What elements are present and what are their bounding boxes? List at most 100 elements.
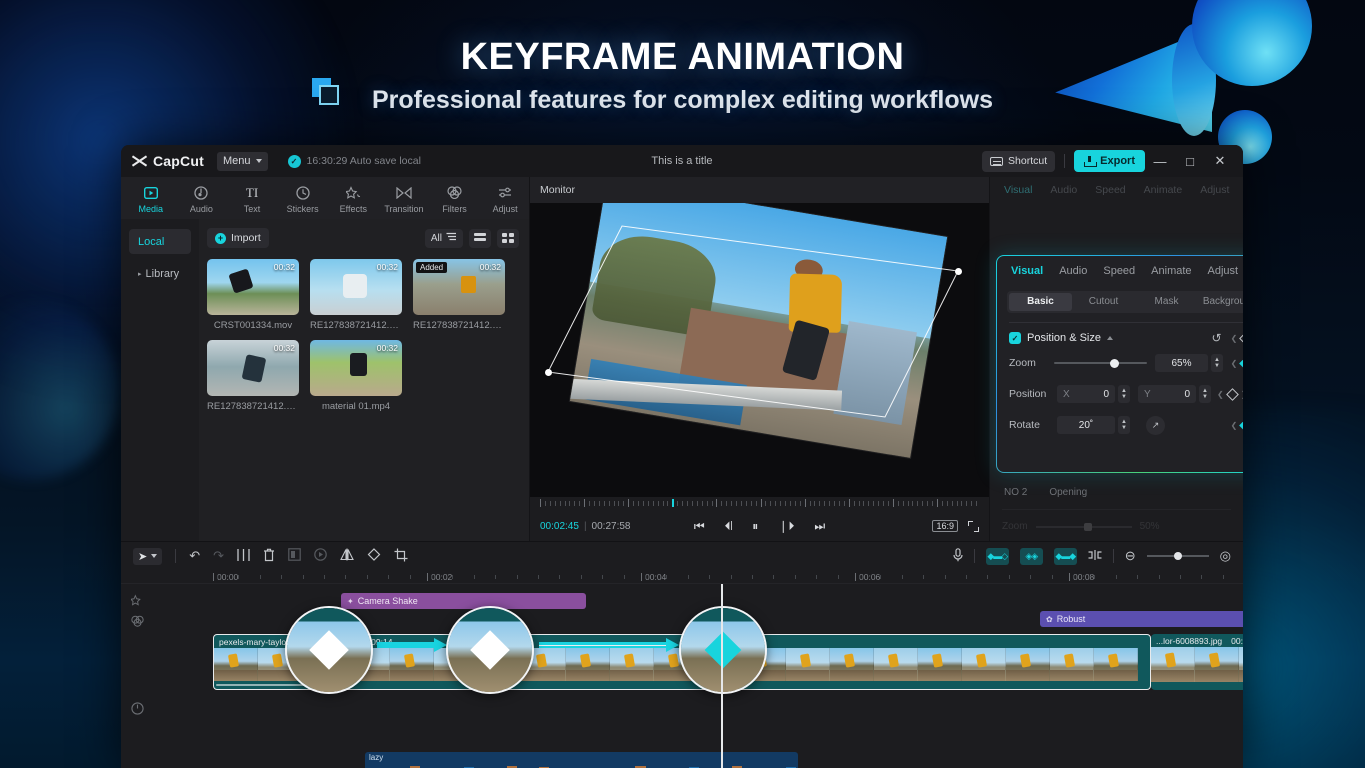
segment-background[interactable]: Background: [1198, 293, 1243, 311]
tab-speed[interactable]: Speed: [1103, 265, 1135, 277]
jump-to-end-button[interactable]: ⏭: [814, 519, 825, 534]
effects-track-icon[interactable]: [130, 594, 144, 610]
segment-mask[interactable]: Mask: [1135, 293, 1198, 311]
mirror-button[interactable]: [340, 548, 354, 564]
position-y-stepper[interactable]: ▲ ▼: [1199, 385, 1211, 403]
tab-audio[interactable]: Audio: [178, 182, 226, 214]
segment-basic[interactable]: Basic: [1009, 293, 1072, 311]
sidebar-item-local[interactable]: Local: [129, 229, 191, 254]
list-view-button[interactable]: [469, 228, 491, 248]
media-item[interactable]: 00:32 RE127838721412.mp4: [207, 340, 299, 412]
minimize-button[interactable]: —: [1145, 147, 1175, 175]
keyframe-tool-2-button[interactable]: ◈◈: [1019, 547, 1043, 565]
position-x-stepper[interactable]: ▲ ▼: [1118, 385, 1130, 403]
zoom-fit-button[interactable]: ◎: [1220, 548, 1231, 564]
freeze-frame-button[interactable]: [288, 548, 301, 564]
position-x-input[interactable]: X 0: [1057, 385, 1115, 403]
tab-transition[interactable]: Transition: [380, 182, 428, 214]
timeline-playhead[interactable]: [721, 584, 723, 768]
tab-filters[interactable]: Filters: [431, 182, 479, 214]
rotate-button[interactable]: [367, 548, 381, 564]
audio-clip-lazy[interactable]: lazy: [365, 752, 798, 768]
zoom-stepper[interactable]: ▲ ▼: [1211, 354, 1223, 372]
keyframe-prev-icon[interactable]: ❮: [1231, 421, 1238, 430]
fullscreen-icon[interactable]: [968, 520, 979, 532]
audio-track-icon[interactable]: [131, 702, 144, 718]
next-frame-button[interactable]: ❘⏵: [778, 519, 794, 534]
menu-button[interactable]: Menu: [216, 151, 268, 171]
delete-button[interactable]: [263, 548, 275, 565]
keyboard-icon: [990, 156, 1004, 166]
cursor-tool-button[interactable]: ➤: [133, 547, 163, 565]
tab-effects[interactable]: Effects: [330, 182, 378, 214]
sidebar-item-library[interactable]: ▸ Library: [129, 261, 191, 286]
segment-cutout[interactable]: Cutout: [1072, 293, 1135, 311]
media-item[interactable]: Added 00:32 RE127838721412.mp4: [413, 259, 505, 331]
grid-view-button[interactable]: [497, 228, 519, 248]
filter-clip-robust[interactable]: ✿ Robust: [1040, 611, 1243, 627]
maximize-button[interactable]: □: [1175, 147, 1205, 175]
keyframe-diamond-icon[interactable]: [1225, 387, 1239, 401]
transform-handle-bottom-left[interactable]: [545, 369, 552, 376]
link-clips-button[interactable]: [1088, 549, 1102, 564]
position-y-input[interactable]: Y 0: [1138, 385, 1196, 403]
keyframe-diamond-icon[interactable]: [1239, 331, 1243, 345]
jump-to-start-button[interactable]: ⏮: [694, 519, 705, 534]
tab-visual[interactable]: Visual: [1011, 265, 1043, 277]
keyframe-diamond-active-icon[interactable]: [1239, 356, 1243, 370]
rotate-dial-icon[interactable]: ↗: [1146, 415, 1165, 435]
filter-button[interactable]: All: [424, 228, 463, 248]
keyframe-prev-icon[interactable]: ❮: [1231, 359, 1238, 368]
aspect-ratio-button[interactable]: 16:9: [932, 520, 958, 532]
tab-adjust[interactable]: Adjust: [1208, 265, 1239, 277]
chevron-up-icon[interactable]: [1106, 336, 1113, 340]
tab-text[interactable]: TI Text: [228, 182, 276, 215]
import-button[interactable]: + Import: [207, 228, 269, 248]
zoom-value-input[interactable]: 65%: [1154, 354, 1209, 372]
keyframe-diamond-active-icon[interactable]: [1239, 418, 1243, 432]
previous-frame-button[interactable]: ⏴❘: [725, 519, 733, 534]
zoom-slider[interactable]: [1053, 356, 1147, 370]
keyframe-prev-icon[interactable]: ❮: [1217, 390, 1224, 399]
tab-adjust[interactable]: Adjust: [481, 182, 529, 214]
media-item[interactable]: 00:32 CRST001334.mov: [207, 259, 299, 331]
title-bar: CapCut Menu ✓ 16:30:29 Auto save local T…: [121, 145, 1243, 177]
crop-button[interactable]: [394, 548, 408, 565]
media-item[interactable]: 00:32 material 01.mp4: [310, 340, 402, 412]
reverse-button[interactable]: [314, 548, 327, 564]
keyframe-next-icon[interactable]: ❯: [1241, 390, 1243, 399]
timeline-ruler[interactable]: 00:00 00:02 00:04 00:06 00:08 00:10 00:1…: [121, 570, 1243, 584]
tab-stickers[interactable]: Stickers: [279, 182, 327, 214]
preview-video-frame[interactable]: [569, 203, 948, 458]
close-button[interactable]: ✕: [1205, 147, 1235, 175]
tab-media[interactable]: Media: [127, 182, 175, 214]
filters-track-icon[interactable]: [131, 615, 144, 630]
timeline-zoom-knob[interactable]: [1173, 551, 1182, 560]
zoom-slider-knob[interactable]: [1110, 358, 1120, 368]
transform-handle-top-right[interactable]: [955, 268, 962, 275]
pause-button[interactable]: ⏸: [752, 519, 758, 534]
media-item[interactable]: 00:32 RE127838721412.mp4: [310, 259, 402, 331]
rotate-stepper[interactable]: ▲ ▼: [1118, 416, 1130, 434]
undo-button[interactable]: ↶: [189, 548, 200, 564]
shortcut-button[interactable]: Shortcut: [982, 150, 1056, 172]
monitor-ruler[interactable]: [530, 497, 989, 511]
tab-audio[interactable]: Audio: [1059, 265, 1087, 277]
zoom-out-button[interactable]: ⊖: [1125, 548, 1136, 564]
microphone-icon[interactable]: [953, 547, 963, 565]
reset-icon[interactable]: ↺: [1212, 331, 1222, 345]
redo-button[interactable]: ↷: [213, 548, 224, 564]
position-size-checkbox[interactable]: ✓: [1009, 332, 1021, 344]
export-button[interactable]: Export: [1074, 150, 1145, 172]
video-clip-second[interactable]: ...lor-6008893.jpg 00:00:05:00: [1151, 634, 1243, 690]
rotate-value-input[interactable]: 20˚: [1057, 416, 1115, 434]
effect-clip-camera-shake[interactable]: ✦ Camera Shake: [341, 593, 586, 609]
preview-stage[interactable]: [530, 203, 989, 497]
split-button[interactable]: [237, 548, 250, 565]
keyframe-tool-1-button[interactable]: ◆▬◇: [985, 547, 1009, 565]
rotate-keyframe-group: ❮ ❯: [1231, 418, 1243, 432]
keyframe-tool-3-button[interactable]: ◆▬◆: [1053, 547, 1077, 565]
timeline-zoom-slider[interactable]: [1146, 551, 1209, 560]
tab-animate[interactable]: Animate: [1151, 265, 1191, 277]
keyframe-prev-icon[interactable]: ❮: [1231, 334, 1238, 343]
